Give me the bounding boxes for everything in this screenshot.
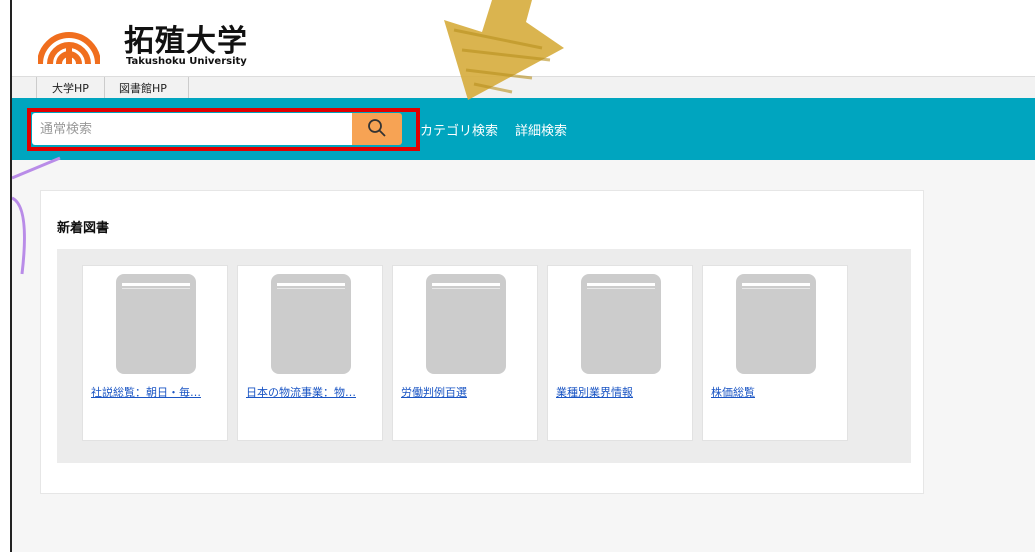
section-title: 新着図書	[57, 221, 110, 236]
book-card[interactable]: 株価総覧	[702, 265, 848, 441]
advanced-search-link[interactable]: 詳細検索	[515, 120, 567, 139]
book-card[interactable]: 日本の物流事業：物…	[237, 265, 383, 441]
search-icon	[368, 118, 386, 137]
book-card[interactable]: 社説総覧：朝日・毎…	[82, 265, 228, 441]
book-icon	[426, 274, 506, 374]
top-nav: 大学HP 図書館HP	[12, 76, 1035, 98]
site-header: 拓殖大学 Takushoku University	[12, 0, 1035, 76]
book-title-link[interactable]: 社説総覧：朝日・毎…	[91, 384, 221, 400]
university-name[interactable]: 拓殖大学	[124, 16, 248, 60]
library-hp-link[interactable]: 図書館HP	[119, 80, 167, 96]
nav-divider	[36, 77, 37, 98]
search-bar: カテゴリ検索 詳細検索	[12, 98, 1035, 160]
book-title-link[interactable]: 株価総覧	[711, 384, 841, 400]
book-title-link[interactable]: 業種別業界情報	[556, 384, 686, 400]
search-input[interactable]	[32, 113, 352, 145]
university-logo-icon[interactable]	[38, 14, 100, 66]
book-icon	[736, 274, 816, 374]
book-title-link[interactable]: 労働判例百選	[401, 384, 531, 400]
book-icon	[116, 274, 196, 374]
nav-divider	[104, 77, 105, 98]
browser-frame: 拓殖大学 Takushoku University 大学HP 図書館HP カテゴ…	[10, 0, 1035, 552]
new-books-panel: 新着図書 社説総覧：朝日・毎… 日本の物流事業：物… 労働判例百選 業種別業界情…	[40, 190, 924, 494]
book-icon	[581, 274, 661, 374]
book-carousel: 社説総覧：朝日・毎… 日本の物流事業：物… 労働判例百選 業種別業界情報 株価総…	[57, 249, 911, 463]
book-card[interactable]: 労働判例百選	[392, 265, 538, 441]
search-button[interactable]	[352, 113, 402, 145]
book-card[interactable]: 業種別業界情報	[547, 265, 693, 441]
category-search-link[interactable]: カテゴリ検索	[420, 120, 498, 139]
nav-divider	[188, 77, 189, 98]
university-name-en[interactable]: Takushoku University	[126, 56, 247, 67]
university-hp-link[interactable]: 大学HP	[52, 80, 89, 96]
book-title-link[interactable]: 日本の物流事業：物…	[246, 384, 376, 400]
book-icon	[271, 274, 351, 374]
